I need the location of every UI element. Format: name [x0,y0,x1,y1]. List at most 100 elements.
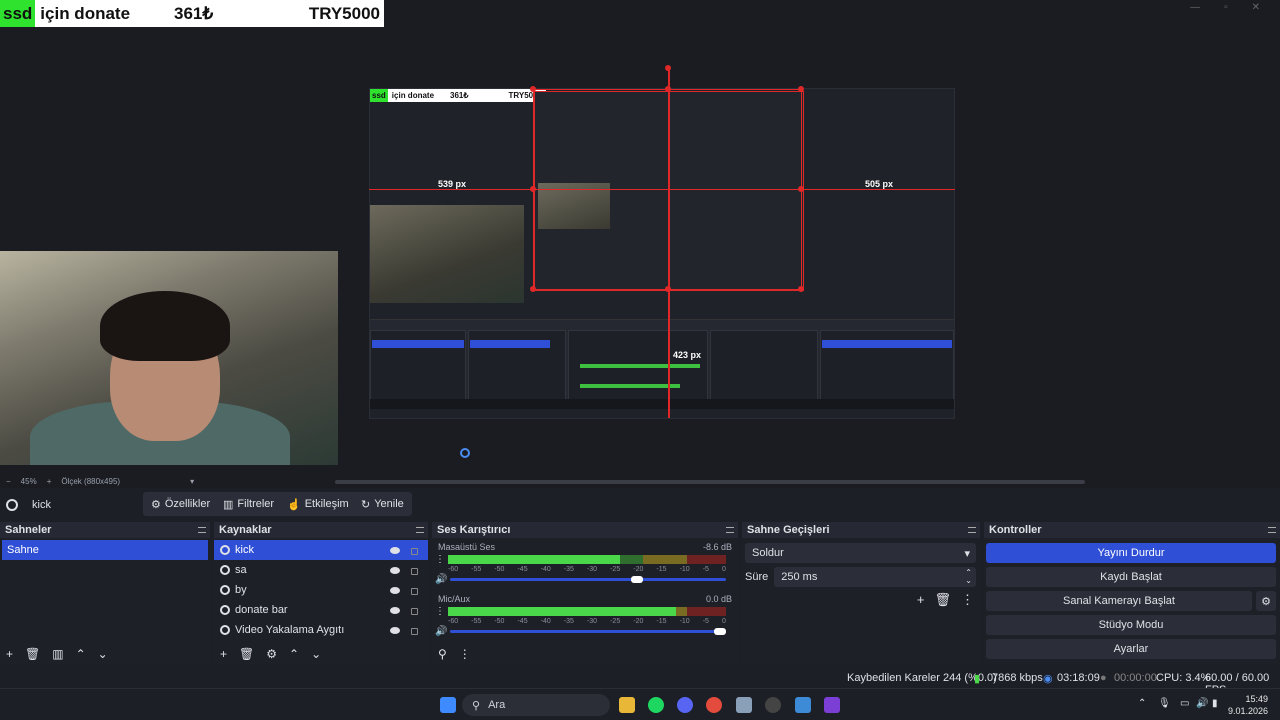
chevron-down-icon[interactable]: ▾ [190,477,194,486]
gear-icon[interactable]: ⚙ [266,647,277,661]
webcam-source[interactable] [0,251,338,465]
app-icon[interactable] [824,697,840,713]
taskbar-clock[interactable]: 15:49 9.01.2026 [1228,693,1268,717]
zoom-out-button[interactable]: − [6,477,11,486]
source-item[interactable]: Video Yakalama Aygıtı [214,620,428,640]
app-icon[interactable] [736,697,752,713]
up-icon[interactable]: ⌃ [289,647,299,661]
scene-item[interactable]: Sahne [2,540,208,560]
obs-window: ssd için donate 361₺ TRY5000 — ▫ ✕ ssd i… [0,0,1280,720]
source-item[interactable]: by [214,580,428,600]
tray-chevron-icon[interactable]: ⌃ [1138,698,1146,709]
interact-button[interactable]: ☝ Etkileşim [279,492,357,516]
close-icon[interactable]: ✕ [1252,2,1260,13]
eye-icon[interactable] [390,566,400,574]
meter-level [448,555,621,564]
resize-handle-tl[interactable] [530,86,536,92]
lock-icon[interactable] [411,568,418,575]
stream-time: 03:18:09 [1057,672,1100,684]
spinner-arrows-icon[interactable]: ⌃ ⌄ [965,569,972,585]
eye-icon[interactable] [390,626,400,634]
eye-icon[interactable] [390,586,400,594]
source-item[interactable]: donate bar [214,600,428,620]
resize-handle-t[interactable] [665,86,671,92]
duration-input[interactable]: 250 ms ⌃ ⌄ [774,567,976,587]
lock-icon[interactable] [411,608,418,615]
windows-start-icon[interactable] [440,697,456,713]
kebab-icon[interactable]: ⋮ [961,592,974,608]
refresh-button[interactable]: ↻ Yenile [353,492,412,516]
lock-icon[interactable] [411,548,418,555]
eye-icon[interactable] [390,606,400,614]
kebab-icon[interactable]: ⋮ [435,554,445,565]
trash-icon[interactable]: 🗑 [239,647,254,661]
dock-menu-icon[interactable] [416,527,424,533]
filter-icon[interactable]: ▥ [52,647,63,661]
up-icon[interactable]: ⌃ [76,647,86,661]
studio-mode-button[interactable]: Stüdyo Modu [986,615,1276,635]
gear-icon[interactable]: ⚙ [1256,591,1276,611]
add-icon[interactable]: + [917,592,925,608]
source-item[interactable]: sa [214,560,428,580]
spotify-icon[interactable] [648,697,664,713]
zoom-in-button[interactable]: + [47,477,52,486]
volume-icon[interactable]: 🔊 [1196,698,1208,709]
add-icon[interactable]: + [220,647,227,661]
discord-icon[interactable] [677,697,693,713]
kebab-icon[interactable]: ⋮ [459,647,471,661]
trash-icon[interactable]: 🗑 [25,647,40,661]
add-icon[interactable]: + [6,647,13,661]
volume-knob[interactable] [631,576,644,583]
resize-handle-bl[interactable] [530,286,536,292]
lock-icon[interactable] [411,588,418,595]
windows-taskbar: ⚲ Ara ⌃ 🎙 ▭ 🔊 ▮ 15:49 9.01.2026 [0,688,1280,720]
down-icon[interactable]: ⌄ [98,647,108,661]
microphone-icon[interactable]: 🎙 [1158,698,1171,709]
eye-icon[interactable] [390,546,400,554]
nested-obs-capture[interactable]: ssd için donate 361₺ TRY5000 [369,88,955,419]
speaker-icon[interactable]: 🔊 [435,574,447,585]
link-icon[interactable]: ⚲ [438,647,447,661]
file-explorer-icon[interactable] [619,697,635,713]
taskbar-search[interactable]: ⚲ Ara [462,694,610,716]
preview-canvas[interactable]: ssd için donate 361₺ TRY5000 — ▫ ✕ ssd i… [0,0,1280,488]
start-virtual-camera-button[interactable]: Sanal Kamerayı Başlat [986,591,1252,611]
chrome-icon[interactable] [706,697,722,713]
transition-value: Soldur [752,547,784,559]
dock-menu-icon[interactable] [968,527,976,533]
rotate-handle[interactable] [665,65,671,71]
volume-knob[interactable] [714,628,726,635]
resize-handle-l[interactable] [530,186,536,192]
guide-vertical [668,68,670,418]
properties-button[interactable]: ⚙ Özellikler [143,492,219,516]
network-icon[interactable]: ▭ [1180,698,1189,709]
maximize-icon[interactable]: ▫ [1224,2,1228,13]
start-record-button[interactable]: Kaydı Başlat [986,567,1276,587]
resize-handle-br[interactable] [798,286,804,292]
settings-button[interactable]: Ayarlar [986,639,1276,659]
meter-tick-label: -15 [656,618,667,625]
app-icon[interactable] [795,697,811,713]
minimize-icon[interactable]: — [1190,2,1200,13]
lock-icon[interactable] [411,628,418,635]
dock-menu-icon[interactable] [726,527,734,533]
source-item[interactable]: kick [214,540,428,560]
volume-slider[interactable] [450,578,726,581]
preview-scrollbar[interactable] [335,480,1085,484]
record-icon: ● [1100,672,1107,684]
volume-slider[interactable] [450,630,726,633]
stop-stream-button[interactable]: Yayını Durdur [986,543,1276,563]
dock-menu-icon[interactable] [198,527,206,533]
kebab-icon[interactable]: ⋮ [435,606,445,617]
trash-icon[interactable]: 🗑 [934,592,951,608]
battery-icon[interactable]: ▮ [1212,698,1218,709]
resize-handle-tr[interactable] [798,86,804,92]
dock-menu-icon[interactable] [1268,527,1276,533]
obs-icon[interactable] [765,697,781,713]
speaker-icon[interactable]: 🔊 [435,626,447,637]
down-icon[interactable]: ⌄ [311,647,321,661]
filters-button[interactable]: ▥ Filtreler [215,492,283,516]
resize-handle-r[interactable] [798,186,804,192]
resize-handle-b[interactable] [665,286,671,292]
transition-select[interactable]: Soldur ▾ [745,543,976,563]
